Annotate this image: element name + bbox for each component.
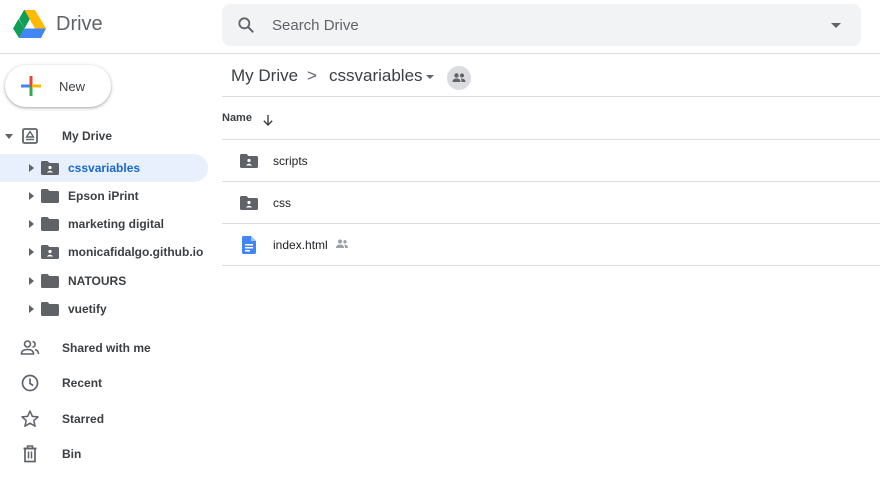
file-name: scripts	[273, 154, 308, 168]
folder-menu-dropdown-icon[interactable]	[426, 75, 434, 79]
folder-icon	[41, 302, 59, 316]
sidebar-folder-marketing-digital[interactable]: marketing digital	[0, 210, 208, 238]
search-bar[interactable]: Search Drive	[222, 4, 861, 46]
clock-icon	[21, 374, 39, 392]
column-header-name[interactable]: Name	[222, 112, 252, 124]
sidebar-folder-vuetify[interactable]: vuetify	[0, 295, 208, 323]
expand-arrow-icon[interactable]	[29, 164, 34, 172]
file-name: index.html	[273, 238, 328, 252]
sidebar-folder-epson-iprint[interactable]: Epson iPrint	[0, 182, 208, 210]
collapse-arrow-icon[interactable]	[5, 134, 13, 139]
shared-people-icon	[336, 239, 348, 248]
breadcrumb-root[interactable]: My Drive	[231, 66, 298, 86]
file-row-css[interactable]: css	[222, 182, 880, 224]
expand-arrow-icon[interactable]	[29, 248, 34, 256]
sidebar-item-label: monicafidalgo.github.io	[68, 245, 204, 259]
sidebar-item-label: cssvariables	[68, 161, 141, 175]
sidebar-item-bin[interactable]: Bin	[0, 440, 208, 468]
new-button-label: New	[59, 79, 86, 94]
shared-folder-icon	[240, 196, 258, 210]
new-button[interactable]: New	[5, 65, 111, 107]
search-icon[interactable]	[236, 15, 256, 35]
shared-folder-icon	[240, 154, 258, 168]
top-bar: Drive Search Drive	[0, 0, 880, 54]
sort-arrow-down-icon[interactable]	[262, 114, 274, 126]
sidebar-item-label: marketing digital	[68, 217, 165, 231]
folder-icon	[41, 189, 59, 203]
plus-icon	[21, 76, 41, 96]
sidebar-item-label: Starred	[62, 412, 105, 426]
expand-arrow-icon[interactable]	[29, 220, 34, 228]
folder-icon	[41, 217, 59, 231]
sidebar-item-label: My Drive	[62, 129, 113, 143]
expand-arrow-icon[interactable]	[29, 305, 34, 313]
sidebar-item-recent[interactable]: Recent	[0, 369, 208, 397]
sidebar-item-label: NATOURS	[68, 274, 127, 288]
shared-users-button[interactable]	[447, 66, 471, 90]
trash-icon	[23, 445, 37, 463]
sidebar-item-label: vuetify	[68, 302, 107, 316]
sidebar-item-my-drive[interactable]: My Drive	[0, 122, 208, 150]
sidebar-folder-cssvariables[interactable]: cssvariables	[0, 154, 208, 182]
breadcrumb-separator: >	[307, 66, 317, 85]
file-row-index-html[interactable]: index.html	[222, 224, 880, 266]
sidebar-folder-natours[interactable]: NATOURS	[0, 267, 208, 295]
breadcrumb-divider	[222, 96, 880, 97]
shared-with-me-icon	[20, 340, 40, 355]
app-title: Drive	[56, 13, 103, 35]
sidebar-folder-monicafidalgo-github-io[interactable]: monicafidalgo.github.io	[0, 238, 208, 266]
file-row-scripts[interactable]: scripts	[222, 140, 880, 182]
shared-folder-icon	[41, 161, 59, 175]
drive-logo-icon[interactable]	[13, 9, 47, 39]
document-icon	[242, 236, 256, 254]
search-options-dropdown-icon[interactable]	[831, 23, 841, 28]
sidebar-item-label: Shared with me	[62, 341, 151, 355]
sidebar-item-label: Bin	[62, 447, 82, 461]
breadcrumb-current[interactable]: cssvariables	[329, 66, 423, 86]
sidebar-item-label: Recent	[62, 376, 103, 390]
people-icon	[452, 73, 466, 82]
expand-arrow-icon[interactable]	[29, 192, 34, 200]
sidebar-item-shared-with-me[interactable]: Shared with me	[0, 334, 208, 362]
shared-folder-icon	[41, 245, 59, 259]
star-icon	[21, 410, 39, 427]
expand-arrow-icon[interactable]	[29, 277, 34, 285]
my-drive-icon	[22, 128, 38, 144]
sidebar-item-starred[interactable]: Starred	[0, 405, 208, 433]
folder-icon	[41, 274, 59, 288]
file-name: css	[273, 196, 291, 210]
search-input[interactable]: Search Drive	[272, 17, 359, 34]
sidebar-item-label: Epson iPrint	[68, 189, 139, 203]
